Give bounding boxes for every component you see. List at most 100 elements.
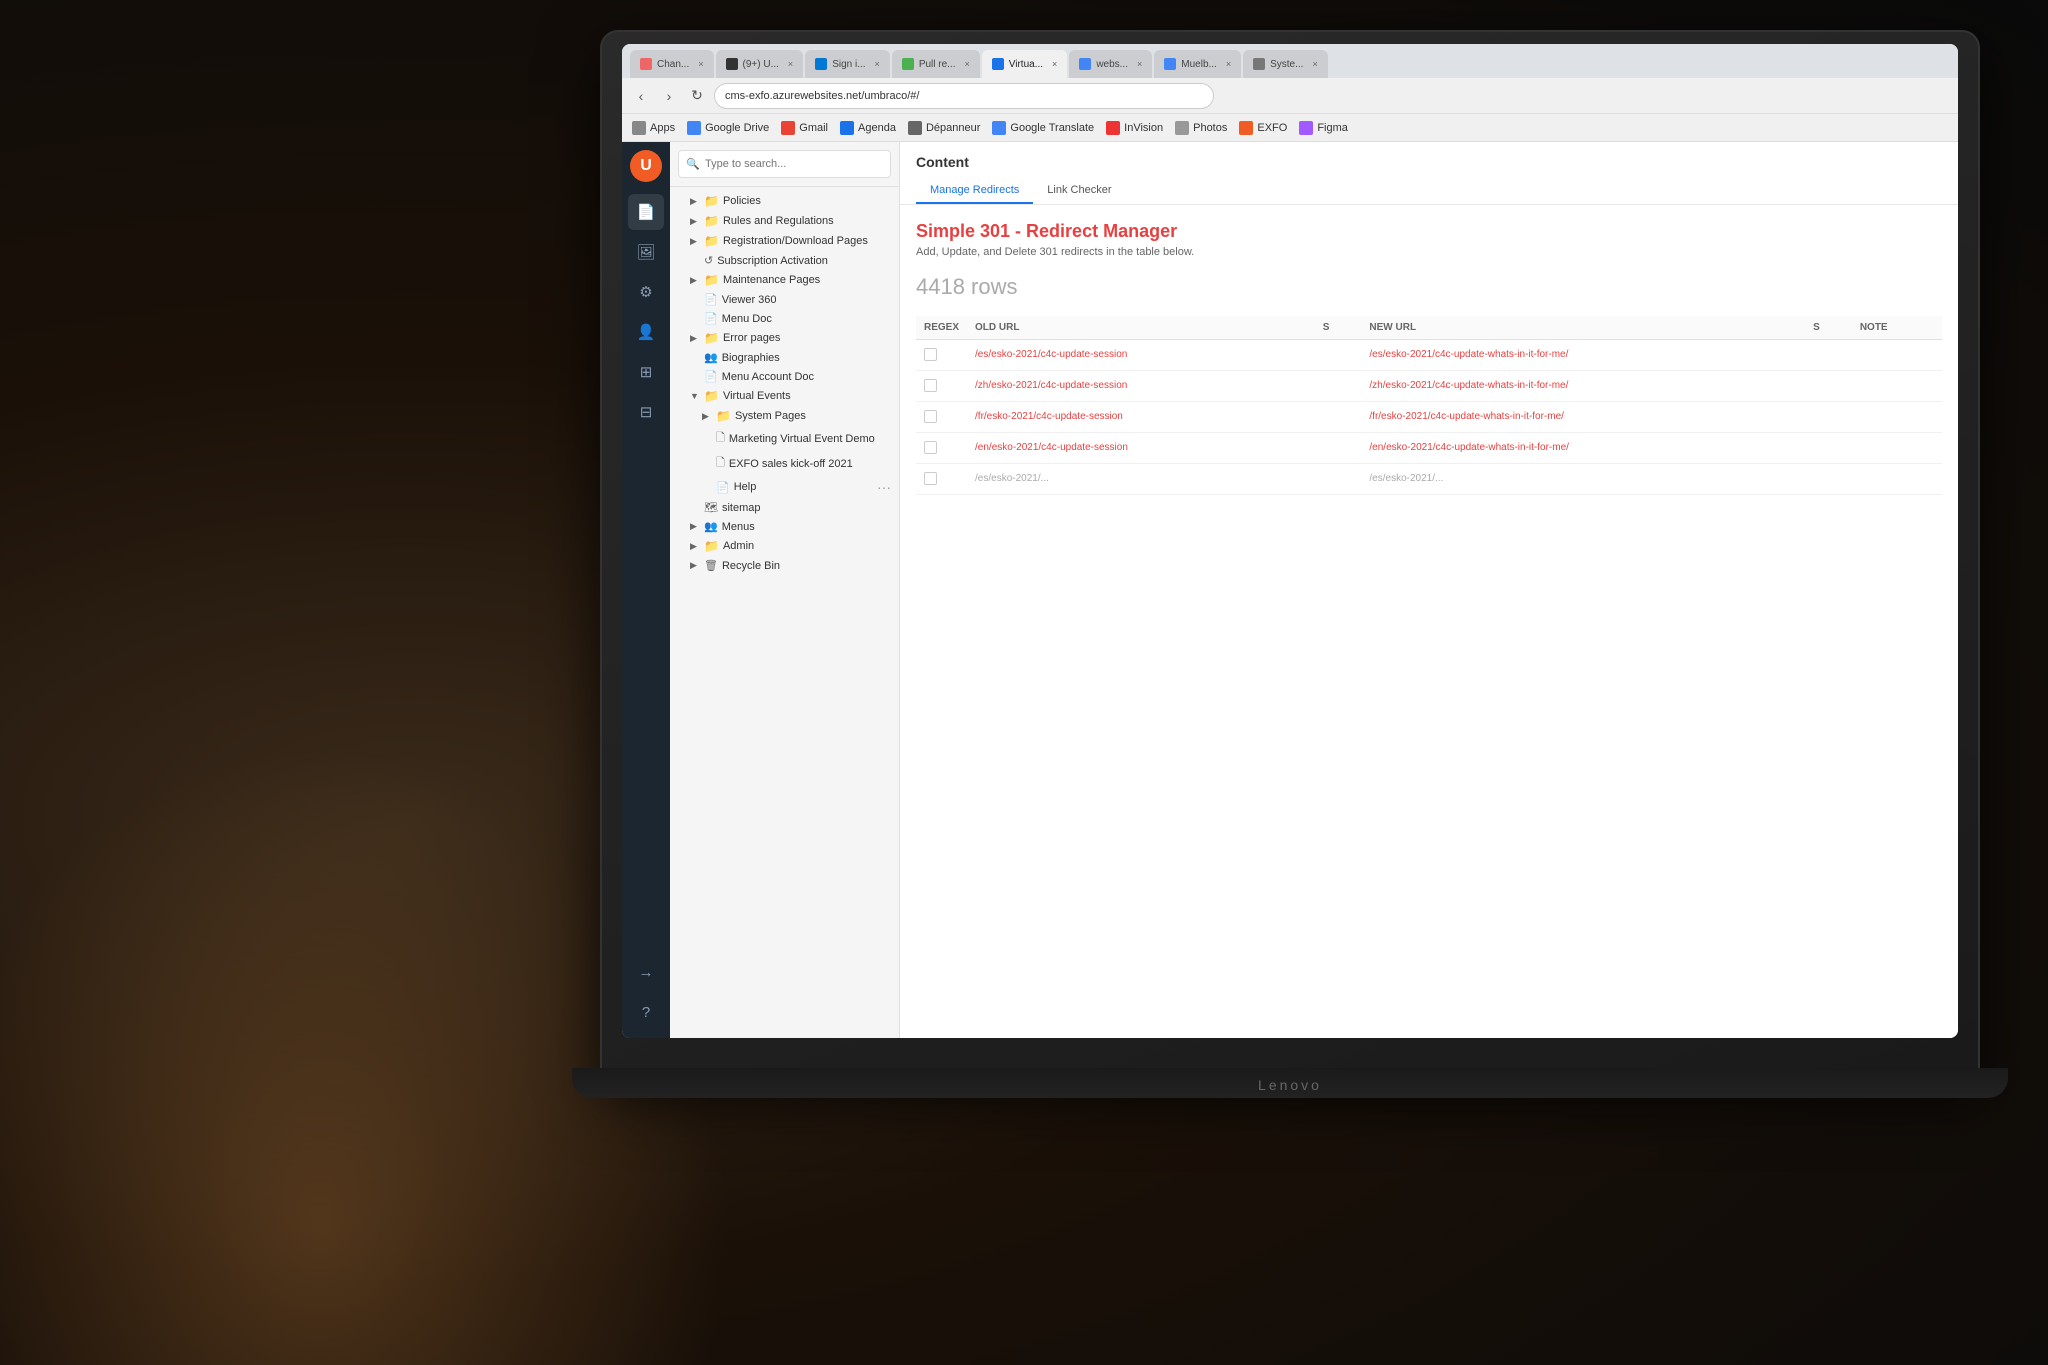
content-panel-title: Content bbox=[916, 154, 1942, 170]
table-row: /zh/esko-2021/c4c-update-session /zh/esk… bbox=[916, 371, 1942, 402]
tree-item-viewer360[interactable]: 📄 Viewer 360 bbox=[670, 290, 899, 309]
tab-3[interactable]: Sign i... × bbox=[805, 50, 890, 78]
forward-button[interactable]: › bbox=[658, 85, 680, 107]
regex-checkbox-4[interactable] bbox=[924, 441, 937, 454]
bookmark-photos[interactable]: Photos bbox=[1175, 121, 1227, 135]
file-icon: 📄 bbox=[704, 370, 718, 383]
sidebar-btn-deploy[interactable]: ⊟ bbox=[628, 394, 664, 430]
tree-item-systempages[interactable]: ▶ 📁 System Pages bbox=[670, 406, 899, 426]
regex-checkbox-3[interactable] bbox=[924, 410, 937, 423]
col-new-url: NEW URL bbox=[1361, 316, 1805, 340]
old-url-cell: /zh/esko-2021/c4c-update-session bbox=[967, 371, 1315, 402]
tab-1[interactable]: Chan... × bbox=[630, 50, 714, 78]
tab-8[interactable]: Syste... × bbox=[1243, 50, 1328, 78]
tab-link-checker[interactable]: Link Checker bbox=[1033, 178, 1125, 204]
regex-checkbox-1[interactable] bbox=[924, 348, 937, 361]
content-tree-panel: 🔍 ▶ 📁 Policies ▶ 📁 bbox=[670, 142, 900, 1038]
tab-5-active[interactable]: Virtua... × bbox=[982, 50, 1068, 78]
bookmark-figma[interactable]: Figma bbox=[1299, 121, 1348, 135]
search-icon: 🔍 bbox=[686, 158, 700, 171]
bookmark-apps[interactable]: Apps bbox=[632, 121, 675, 135]
browser-content: U 📄 🖼 ⚙ 👤 ⊞ ⊟ → ? 🔍 bbox=[622, 142, 1958, 1038]
tree-item-exfosales[interactable]: 🗋 EXFO sales kick-off 2021 bbox=[670, 451, 899, 476]
browser-window: Chan... × (9+) U... × Sign i... × Pull r… bbox=[622, 44, 1958, 1038]
regex-checkbox-5[interactable] bbox=[924, 472, 937, 485]
content-tab-bar: Manage Redirects Link Checker bbox=[916, 178, 1942, 204]
tab-2[interactable]: (9+) U... × bbox=[716, 50, 804, 78]
back-button[interactable]: ‹ bbox=[630, 85, 652, 107]
tree-item-recyclebin[interactable]: ▶ 🗑 Recycle Bin bbox=[670, 556, 899, 575]
tree-item-rules[interactable]: ▶ 📁 Rules and Regulations bbox=[670, 211, 899, 231]
tree-search-bar: 🔍 bbox=[670, 142, 899, 187]
tree-item-admin[interactable]: ▶ 📁 Admin bbox=[670, 536, 899, 556]
s2-cell bbox=[1805, 464, 1852, 495]
checkbox-cell bbox=[916, 433, 967, 464]
tree-item-sitemap[interactable]: 🗺 sitemap bbox=[670, 498, 899, 517]
tree-scroll-area: ▶ 📁 Policies ▶ 📁 Rules and Regulations ▶… bbox=[670, 187, 899, 1038]
tree-item-menudoc[interactable]: 📄 Menu Doc bbox=[670, 309, 899, 328]
redirect-table: REGEX OLD URL S NEW URL S NOTE bbox=[916, 316, 1942, 495]
checkbox-cell bbox=[916, 402, 967, 433]
folder-icon: 📁 bbox=[704, 194, 719, 208]
note-cell bbox=[1852, 402, 1942, 433]
tab-4[interactable]: Pull re... × bbox=[892, 50, 980, 78]
new-url-cell: /es/esko-2021/... bbox=[1361, 464, 1805, 495]
more-options-button[interactable]: ··· bbox=[877, 479, 891, 495]
sidebar-btn-settings[interactable]: ⚙ bbox=[628, 274, 664, 310]
table-header-row: REGEX OLD URL S NEW URL S NOTE bbox=[916, 316, 1942, 340]
sidebar-btn-media[interactable]: 🖼 bbox=[628, 234, 664, 270]
umbraco-logo[interactable]: U bbox=[630, 150, 662, 182]
tab-6[interactable]: webs... × bbox=[1069, 50, 1152, 78]
laptop-brand-label: Lenovo bbox=[1258, 1077, 1322, 1093]
refresh-button[interactable]: ↻ bbox=[686, 85, 708, 107]
tree-item-menus[interactable]: ▶ 👥 Menus bbox=[670, 517, 899, 536]
tree-item-biographies[interactable]: 👥 Biographies bbox=[670, 348, 899, 367]
tree-item-subscription[interactable]: ↺ Subscription Activation bbox=[670, 251, 899, 270]
bookmarks-bar: Apps Google Drive Gmail Agenda Dépanneur bbox=[622, 114, 1958, 142]
tab-7[interactable]: Muelb... × bbox=[1154, 50, 1241, 78]
tree-item-marketingevent[interactable]: 🗋 Marketing Virtual Event Demo bbox=[670, 426, 899, 451]
checkbox-cell bbox=[916, 464, 967, 495]
tree-item-virtualevents[interactable]: ▼ 📁 Virtual Events bbox=[670, 386, 899, 406]
tree-item-menuaccountdoc[interactable]: 📄 Menu Account Doc bbox=[670, 367, 899, 386]
bookmark-agenda[interactable]: Agenda bbox=[840, 121, 896, 135]
sitemap-icon: 🗺 bbox=[704, 501, 718, 514]
tree-item-maintenance[interactable]: ▶ 📁 Maintenance Pages bbox=[670, 270, 899, 290]
col-old-url: OLD URL bbox=[967, 316, 1315, 340]
rows-count: 4418 rows bbox=[916, 274, 1942, 300]
tree-item-registration[interactable]: ▶ 📁 Registration/Download Pages bbox=[670, 231, 899, 251]
old-url-cell: /es/esko-2021/... bbox=[967, 464, 1315, 495]
bookmark-depanneur[interactable]: Dépanneur bbox=[908, 121, 980, 135]
old-url-cell: /es/esko-2021/c4c-update-session bbox=[967, 340, 1315, 371]
sidebar-btn-content[interactable]: 📄 bbox=[628, 194, 664, 230]
old-url-cell: /en/esko-2021/c4c-update-session bbox=[967, 433, 1315, 464]
page-icon: 🗋 bbox=[716, 429, 725, 448]
sidebar-btn-users[interactable]: 👤 bbox=[628, 314, 664, 350]
tab-manage-redirects[interactable]: Manage Redirects bbox=[916, 178, 1033, 204]
search-input[interactable] bbox=[678, 150, 891, 178]
bookmark-drive[interactable]: Google Drive bbox=[687, 121, 769, 135]
sidebar-btn-help[interactable]: ? bbox=[628, 994, 664, 1030]
new-url-cell: /zh/esko-2021/c4c-update-whats-in-it-for… bbox=[1361, 371, 1805, 402]
table-row: /fr/esko-2021/c4c-update-session /fr/esk… bbox=[916, 402, 1942, 433]
redirect-manager-content: Simple 301 - Redirect Manager Add, Updat… bbox=[900, 205, 1958, 1038]
sidebar-btn-forms[interactable]: ⊞ bbox=[628, 354, 664, 390]
bookmark-exfo[interactable]: EXFO bbox=[1239, 121, 1287, 135]
tree-item-errorpages[interactable]: ▶ 📁 Error pages bbox=[670, 328, 899, 348]
s-cell bbox=[1315, 402, 1362, 433]
tree-item-help[interactable]: 📄 Help ··· bbox=[670, 476, 899, 498]
regex-checkbox-2[interactable] bbox=[924, 379, 937, 392]
address-bar[interactable]: cms-exfo.azurewebsites.net/umbraco/#/ bbox=[714, 83, 1214, 109]
s2-cell bbox=[1805, 371, 1852, 402]
table-row: /en/esko-2021/c4c-update-session /en/esk… bbox=[916, 433, 1942, 464]
tree-item-policies[interactable]: ▶ 📁 Policies bbox=[670, 191, 899, 211]
bookmark-translate[interactable]: Google Translate bbox=[992, 121, 1094, 135]
s-cell bbox=[1315, 464, 1362, 495]
bookmark-gmail[interactable]: Gmail bbox=[781, 121, 828, 135]
sidebar-btn-redirect[interactable]: → bbox=[628, 954, 664, 990]
note-cell bbox=[1852, 371, 1942, 402]
s2-cell bbox=[1805, 402, 1852, 433]
s2-cell bbox=[1805, 340, 1852, 371]
bookmark-invision[interactable]: InVision bbox=[1106, 121, 1163, 135]
checkbox-cell bbox=[916, 371, 967, 402]
